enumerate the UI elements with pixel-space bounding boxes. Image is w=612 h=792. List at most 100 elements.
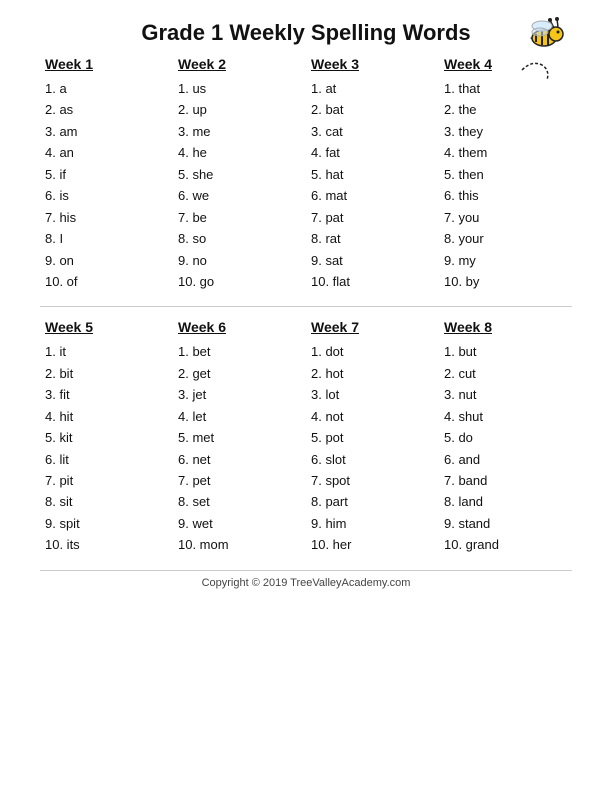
list-item: 4. them [444,142,567,163]
week-1-list: 1. a 2. as 3. am 4. an 5. if 6. is 7. hi… [45,78,168,292]
list-item: 8. your [444,228,567,249]
list-item: 5. hat [311,164,434,185]
list-item: 1. at [311,78,434,99]
list-item: 10. mom [178,534,301,555]
list-item: 4. hit [45,406,168,427]
list-item: 7. his [45,207,168,228]
list-item: 4. an [45,142,168,163]
copyright-text: Copyright © 2019 TreeValleyAcademy.com [202,577,411,589]
list-item: 7. pet [178,470,301,491]
list-item: 9. no [178,250,301,271]
section-2: Week 5 1. it 2. bit 3. fit 4. hit 5. kit… [40,319,572,555]
week-7-column: Week 7 1. dot 2. hot 3. lot 4. not 5. po… [306,319,439,555]
list-item: 2. up [178,99,301,120]
week-2-list: 1. us 2. up 3. me 4. he 5. she 6. we 7. … [178,78,301,292]
list-item: 7. spot [311,470,434,491]
list-item: 3. fit [45,384,168,405]
week-5-title: Week 5 [45,319,168,335]
list-item: 1. dot [311,341,434,362]
week-1-title: Week 1 [45,56,168,72]
week-8-list: 1. but 2. cut 3. nut 4. shut 5. do 6. an… [444,341,567,555]
list-item: 6. and [444,449,567,470]
week-3-column: Week 3 1. at 2. bat 3. cat 4. fat 5. hat… [306,56,439,292]
list-item: 5. met [178,427,301,448]
list-item: 4. fat [311,142,434,163]
list-item: 8. so [178,228,301,249]
list-item: 3. me [178,121,301,142]
list-item: 9. stand [444,513,567,534]
list-item: 6. slot [311,449,434,470]
list-item: 5. she [178,164,301,185]
list-item: 10. her [311,534,434,555]
list-item: 3. lot [311,384,434,405]
list-item: 7. you [444,207,567,228]
list-item: 6. is [45,185,168,206]
list-item: 5. kit [45,427,168,448]
weeks-row-2: Week 5 1. it 2. bit 3. fit 4. hit 5. kit… [40,319,572,555]
header: Grade 1 Weekly Spelling Words [40,20,572,46]
list-item: 5. pot [311,427,434,448]
list-item: 8. set [178,491,301,512]
page-title: Grade 1 Weekly Spelling Words [141,20,470,46]
list-item: 8. part [311,491,434,512]
footer: Copyright © 2019 TreeValleyAcademy.com [40,570,572,589]
list-item: 1. us [178,78,301,99]
list-item: 7. pat [311,207,434,228]
week-6-title: Week 6 [178,319,301,335]
list-item: 10. grand [444,534,567,555]
list-item: 9. on [45,250,168,271]
list-item: 9. spit [45,513,168,534]
week-2-title: Week 2 [178,56,301,72]
section-divider [40,306,572,307]
list-item: 2. bit [45,363,168,384]
bee-icon [492,10,572,90]
week-3-title: Week 3 [311,56,434,72]
week-6-list: 1. bet 2. get 3. jet 4. let 5. met 6. ne… [178,341,301,555]
list-item: 8. I [45,228,168,249]
list-item: 5. if [45,164,168,185]
week-4-column: Week 4 1. that 2. the 3. they 4. them 5.… [439,56,572,292]
list-item: 3. jet [178,384,301,405]
list-item: 1. bet [178,341,301,362]
list-item: 9. him [311,513,434,534]
list-item: 4. not [311,406,434,427]
list-item: 3. am [45,121,168,142]
week-6-column: Week 6 1. bet 2. get 3. jet 4. let 5. me… [173,319,306,555]
list-item: 7. band [444,470,567,491]
list-item: 7. be [178,207,301,228]
list-item: 2. cut [444,363,567,384]
list-item: 9. wet [178,513,301,534]
list-item: 6. mat [311,185,434,206]
list-item: 5. do [444,427,567,448]
week-1-column: Week 1 1. a 2. as 3. am 4. an 5. if 6. i… [40,56,173,292]
list-item: 4. let [178,406,301,427]
week-2-column: Week 2 1. us 2. up 3. me 4. he 5. she 6.… [173,56,306,292]
week-5-column: Week 5 1. it 2. bit 3. fit 4. hit 5. kit… [40,319,173,555]
weeks-row-1: Week 1 1. a 2. as 3. am 4. an 5. if 6. i… [40,56,572,292]
list-item: 2. hot [311,363,434,384]
list-item: 3. they [444,121,567,142]
list-item: 10. flat [311,271,434,292]
list-item: 1. but [444,341,567,362]
list-item: 6. we [178,185,301,206]
list-item: 8. sit [45,491,168,512]
list-item: 2. the [444,99,567,120]
page: Grade 1 Weekly Spelling Words [0,0,612,792]
list-item: 9. my [444,250,567,271]
week-7-list: 1. dot 2. hot 3. lot 4. not 5. pot 6. sl… [311,341,434,555]
list-item: 7. pit [45,470,168,491]
section-1: Week 1 1. a 2. as 3. am 4. an 5. if 6. i… [40,56,572,292]
list-item: 8. land [444,491,567,512]
list-item: 4. he [178,142,301,163]
list-item: 1. a [45,78,168,99]
week-7-title: Week 7 [311,319,434,335]
list-item: 10. its [45,534,168,555]
list-item: 9. sat [311,250,434,271]
list-item: 6. lit [45,449,168,470]
week-5-list: 1. it 2. bit 3. fit 4. hit 5. kit 6. lit… [45,341,168,555]
list-item: 10. go [178,271,301,292]
week-4-list: 1. that 2. the 3. they 4. them 5. then 6… [444,78,567,292]
list-item: 2. get [178,363,301,384]
week-8-title: Week 8 [444,319,567,335]
list-item: 10. of [45,271,168,292]
